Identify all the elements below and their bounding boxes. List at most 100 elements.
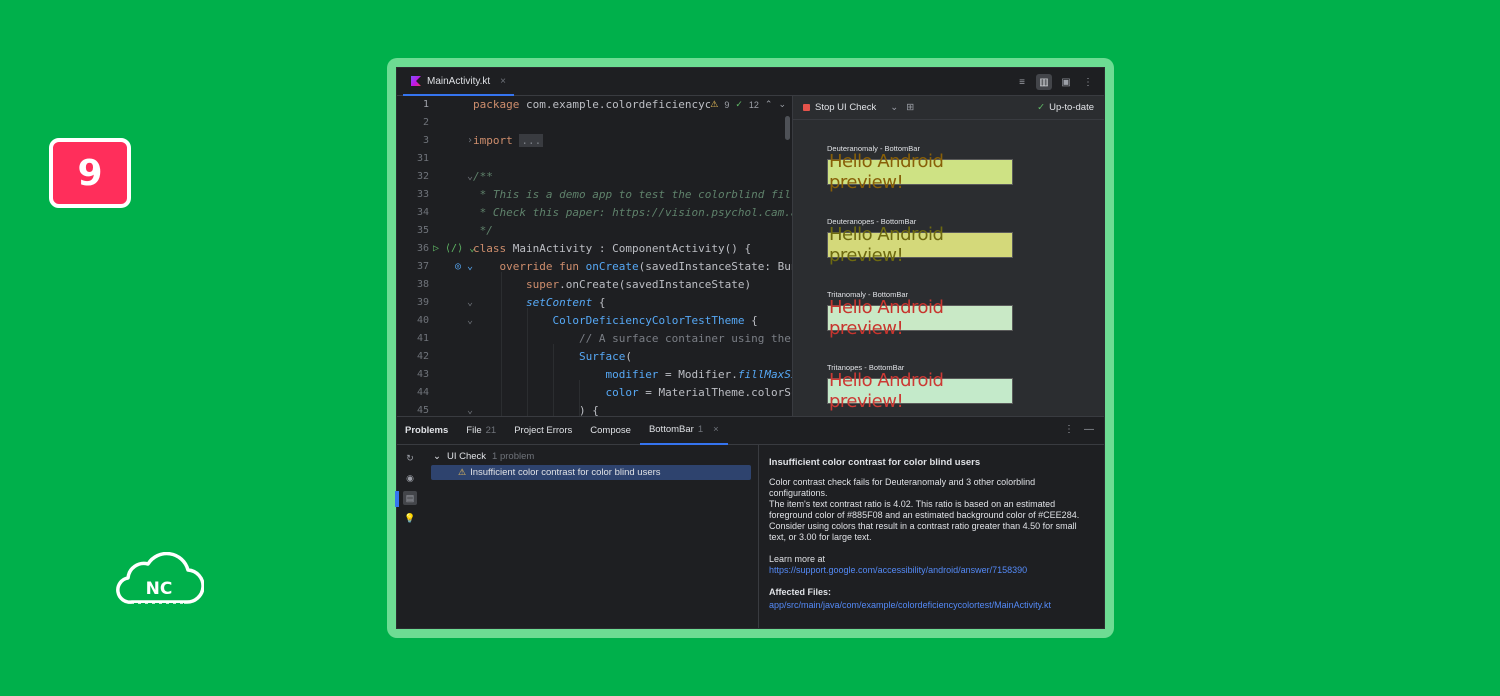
tab-project-errors[interactable]: Project Errors [505,417,581,445]
code-line[interactable]: 41 // A surface container using the [397,330,792,348]
code-text: ColorDeficiencyColorTestTheme { [552,314,758,327]
tab-file[interactable]: File 21 [457,417,505,445]
code-view-icon[interactable]: ≡ [1014,74,1030,90]
affected-files-label: Affected Files: [769,587,832,597]
code-text: // A surface container using the [578,332,791,345]
more-options-icon[interactable]: ⋮ [1080,74,1096,90]
tree-root-ui-check[interactable]: ⌄ UI Check 1 problem [433,451,534,462]
code-text: package com.example.colordeficiencycol [473,98,725,111]
code-text: import ... [473,134,544,147]
code-text: /** [473,170,493,183]
gutter-marker[interactable] [433,114,473,132]
code-line[interactable]: 3 › import ... [397,132,792,150]
more-options-icon[interactable]: ⋮ [1064,424,1074,435]
tab-bottombar[interactable]: BottomBar 1 × [639,417,728,445]
code-line[interactable]: 44 color = MaterialTheme.colorSch [397,384,793,402]
code-text: color = MaterialTheme.colorSch [605,386,793,399]
refresh-icon[interactable]: ↻ [403,451,417,465]
tab-compose[interactable]: Compose [581,417,640,445]
chevron-up-icon[interactable]: ⌃ [765,99,773,110]
inspection-widget[interactable]: ⚠ 9 ✓ 12 ⌃ ⌄ [710,99,786,110]
detail-paragraph: Color contrast check fails for Deuterano… [769,477,1089,543]
compose-preview-panel: Stop UI Check ⌄ ⊞ ✓ Up-to-date Deuterano… [793,96,1104,416]
gutter-marker[interactable] [433,384,473,402]
code-editor[interactable]: 1 package com.example.colordeficiencycol 2… [397,96,793,416]
code-line[interactable]: 32 ⌄/** [397,168,792,186]
code-line[interactable]: 35 */ [397,222,792,240]
check-icon: ✓ [735,99,743,109]
code-line[interactable]: 34 * Check this paper: https://vision.ps… [397,204,792,222]
code-line[interactable]: 33 * This is a demo app to test the colo… [397,186,793,204]
tab-label: File [466,425,482,436]
code-line[interactable]: 42 Surface( [397,348,792,366]
code-line[interactable]: 38 super.onCreate(savedInstanceState) [397,276,792,294]
line-number: 31 [416,153,429,164]
line-number: 34 [416,207,429,218]
code-text: */ [473,224,493,237]
preview-render: Hello Android preview! [827,151,1013,193]
code-text: ) { [473,404,599,416]
affected-file-link[interactable]: app/src/main/java/com/example/colordefic… [769,600,1089,611]
code-line[interactable]: 36 ▷ ⟨/⟩ ⌄ class MainActivity : ComponentA… [397,240,792,258]
line-number: 36 [416,243,429,254]
gutter-marker[interactable] [433,366,473,384]
gutter-marker[interactable] [433,330,473,348]
gutter-marker[interactable]: ⌄ [433,312,473,330]
line-number: 45 [416,405,429,416]
code-line[interactable]: 39 ⌄ setContent { [397,294,792,312]
preview-item[interactable]: Tritanomaly - BottomBar Hello Android pre… [827,290,1013,339]
problem-item-label: Insufficient color contrast for color bl… [470,467,661,478]
eye-icon[interactable]: ◉ [403,471,417,485]
gutter-marker[interactable] [433,96,473,114]
lightbulb-icon[interactable]: 💡 [403,511,417,525]
line-number: 44 [416,387,429,398]
gutter-marker[interactable] [433,348,473,366]
chevron-down-icon[interactable]: ⌄ [890,102,898,113]
minimize-icon[interactable]: — [1084,424,1094,435]
gutter-marker[interactable]: ⌄ [433,294,473,312]
gutter-marker[interactable]: ⌄ [433,402,473,416]
stop-ui-check-button[interactable]: Stop UI Check [815,102,876,113]
editor-view-buttons: ≡ ▥ ▣ ⋮ [1014,74,1096,90]
close-tab-icon[interactable]: × [500,76,506,87]
code-line[interactable]: 45 ⌄ ) { [397,402,792,416]
gutter-marker[interactable]: ▷ ⟨/⟩ ⌄ [433,240,475,258]
tab-mainactivity[interactable]: MainActivity.kt × [403,68,515,96]
preview-toggle-icon[interactable]: ▤ [403,491,417,505]
expand-chevron-icon[interactable]: ⌄ [433,451,441,462]
gutter-marker[interactable] [433,186,473,204]
chevron-down-icon[interactable]: ⌄ [778,99,786,110]
code-text: * This is a demo app to test the colorbl… [473,188,793,201]
problem-item[interactable]: ⚠ Insufficient color contrast for color … [431,465,751,480]
editor-scrollbar[interactable] [785,116,790,140]
preview-render: Hello Android preview! [827,370,1013,412]
preview-item[interactable]: Tritanopes - BottomBar Hello Android prev… [827,363,1013,412]
code-line[interactable]: 43 modifier = Modifier.fillMaxSi [397,366,792,384]
learn-more-label: Learn more at [769,554,826,564]
learn-more: Learn more at https://support.google.com… [769,554,1089,576]
line-number: 3 [422,135,429,146]
code-line[interactable]: 37 ◎ ⌄ override fun onCreate(savedInstanc… [397,258,792,276]
gutter-marker[interactable]: ⌄ [433,168,473,186]
gutter-marker[interactable] [433,222,473,240]
preview-item[interactable]: Deuteranomaly - BottomBar Hello Android p… [827,144,1013,193]
line-number: 33 [416,189,429,200]
preview-item[interactable]: Deuteranopes - BottomBar Hello Android pr… [827,217,1013,266]
code-line[interactable]: 2 [397,114,792,132]
tab-problems[interactable]: Problems [397,417,457,445]
layout-options-icon[interactable]: ⊞ [906,102,914,113]
gutter-marker[interactable]: ◎ ⌄ [433,258,473,276]
tab-label: Project Errors [514,425,573,436]
gutter-marker[interactable] [433,150,473,168]
problems-tabs: Problems File 21 Project Errors Compose B… [397,417,1104,445]
code-line[interactable]: 40 ⌄ ColorDeficiencyColorTestTheme { [397,312,792,330]
kotlin-file-icon [411,76,421,86]
design-view-icon[interactable]: ▣ [1058,74,1074,90]
gutter-marker[interactable]: › [433,132,473,150]
split-view-icon[interactable]: ▥ [1036,74,1052,90]
gutter-marker[interactable] [433,276,473,294]
gutter-marker[interactable] [433,204,473,222]
learn-more-link[interactable]: https://support.google.com/accessibility… [769,565,1027,575]
code-line[interactable]: 31 [397,150,792,168]
close-tab-icon[interactable]: × [713,424,719,435]
